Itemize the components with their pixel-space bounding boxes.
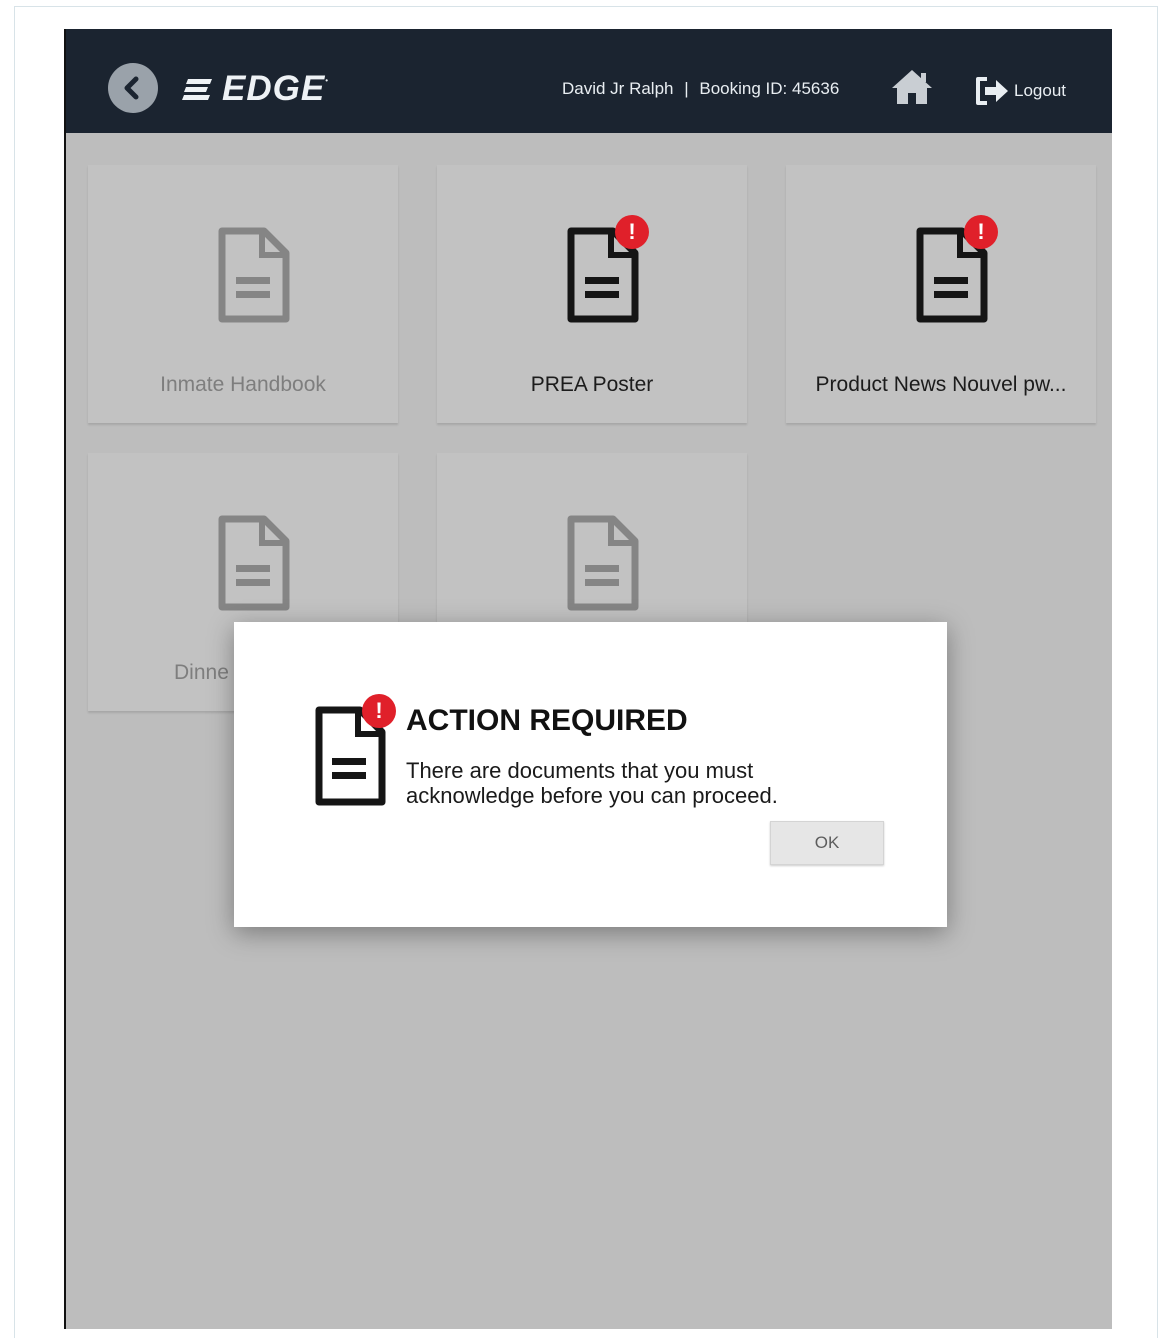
edge-logo: EDGE • <box>182 69 328 109</box>
ok-button[interactable]: OK <box>770 821 884 865</box>
logo-mark-icon <box>182 79 212 100</box>
home-button[interactable] <box>890 67 934 107</box>
document-title: Product News Nouvel pw... <box>815 373 1067 396</box>
logout-label: Logout <box>1014 81 1066 100</box>
alert-badge: ! <box>615 215 649 249</box>
action-required-dialog: ! ACTION REQUIRED There are documents th… <box>234 622 947 927</box>
back-chevron-icon <box>124 76 139 100</box>
document-icon <box>567 515 639 611</box>
document-icon <box>218 227 290 323</box>
dialog-title: ACTION REQUIRED <box>406 704 688 737</box>
logout-button[interactable]: Logout <box>974 73 1066 109</box>
document-title: Dinne <box>174 661 229 684</box>
back-button[interactable] <box>108 63 158 113</box>
dialog-message: There are documents that you must acknow… <box>406 758 778 808</box>
user-info: David Jr Ralph | Booking ID: 45636 <box>562 79 839 99</box>
booking-label: Booking ID: <box>699 79 788 98</box>
top-header: EDGE • David Jr Ralph | Booking ID: 4563… <box>66 29 1112 133</box>
document-tile[interactable]: ! Product News Nouvel pw... <box>786 165 1096 423</box>
booking-id: 45636 <box>792 79 840 98</box>
document-tile[interactable]: Inmate Handbook <box>88 165 398 423</box>
logo-trademark: • <box>325 75 329 85</box>
user-name: David Jr Ralph <box>562 79 674 98</box>
logout-icon <box>976 77 1008 105</box>
alert-badge: ! <box>964 215 998 249</box>
document-title: Inmate Handbook <box>160 373 326 396</box>
document-title: PREA Poster <box>530 373 654 396</box>
alert-badge: ! <box>362 694 396 728</box>
document-tile[interactable]: ! PREA Poster <box>437 165 747 423</box>
info-separator: | <box>684 79 689 98</box>
logo-text: EDGE <box>222 69 326 108</box>
document-icon <box>218 515 290 611</box>
home-icon <box>892 70 932 104</box>
